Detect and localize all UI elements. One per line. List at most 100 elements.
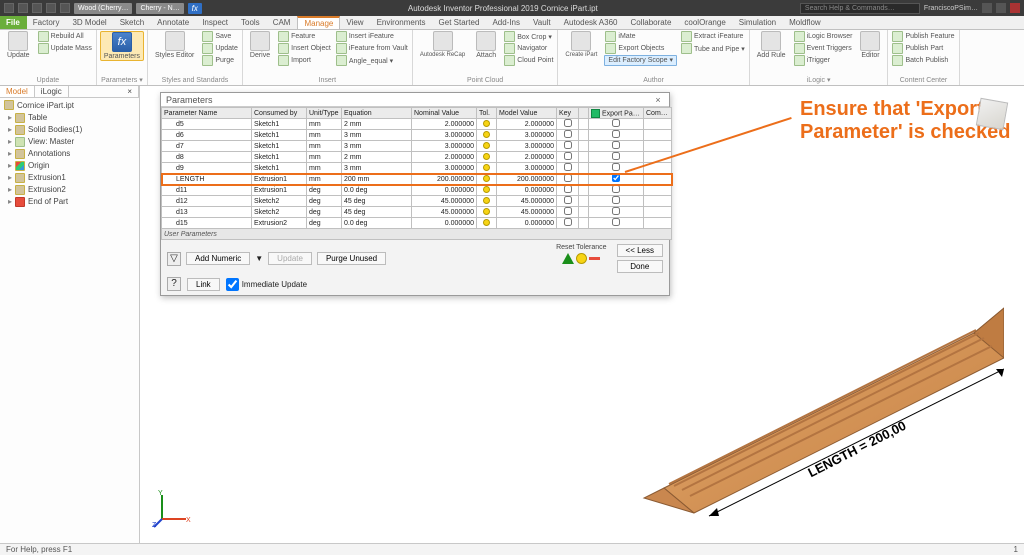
styles-update-button[interactable]: Update: [201, 43, 239, 54]
create-ipart-button[interactable]: Create iPart: [561, 31, 601, 58]
ribbon-tab-view[interactable]: View: [340, 16, 370, 29]
col-header[interactable]: Nominal Value: [412, 108, 477, 119]
col-header[interactable]: Equation: [342, 108, 412, 119]
tree-node[interactable]: ▸Origin: [6, 160, 139, 172]
tree-node[interactable]: ▸Extrusion1: [6, 172, 139, 184]
export-parameter-checkbox[interactable]: [612, 196, 620, 204]
table-row[interactable]: d8Sketch1mm2 mm2.0000002.000000: [162, 152, 672, 163]
tree-node[interactable]: ▸Annotations: [6, 148, 139, 160]
col-header[interactable]: Key: [557, 108, 579, 119]
ribbon-tab-simulation[interactable]: Simulation: [733, 16, 783, 29]
col-header[interactable]: Parameter Name: [162, 108, 252, 119]
parameters-button[interactable]: fxParameters: [100, 31, 144, 61]
key-checkbox[interactable]: [564, 207, 572, 215]
add-numeric-button[interactable]: Add Numeric: [186, 252, 250, 265]
key-checkbox[interactable]: [564, 196, 572, 204]
publish-feature-button[interactable]: Publish Feature: [891, 31, 955, 42]
ribbon-tab-annotate[interactable]: Annotate: [151, 16, 196, 29]
table-row[interactable]: d9Sketch1mm3 mm3.0000003.000000: [162, 163, 672, 174]
col-header[interactable]: Unit/Type: [307, 108, 342, 119]
table-row[interactable]: d6Sketch1mm3 mm3.0000003.000000: [162, 130, 672, 141]
table-row[interactable]: d12Sketch2deg45 deg45.00000045.000000: [162, 196, 672, 207]
table-row[interactable]: d11Extrusion1deg0.0 deg0.0000000.000000: [162, 185, 672, 196]
parameters-grid[interactable]: Parameter NameConsumed byUnit/TypeEquati…: [161, 107, 672, 240]
qat-save-icon[interactable]: [18, 3, 28, 13]
ribbon-tab-add-ins[interactable]: Add-Ins: [486, 16, 527, 29]
rebuild-all-button[interactable]: Rebuild All: [37, 31, 93, 42]
navigator-button[interactable]: Navigator: [503, 43, 554, 54]
key-checkbox[interactable]: [564, 119, 572, 127]
ribbon-tab-moldflow[interactable]: Moldflow: [783, 16, 828, 29]
tree-node[interactable]: ▸Solid Bodies(1): [6, 124, 139, 136]
ribbon-tab-file[interactable]: File: [0, 16, 27, 29]
export-parameter-checkbox[interactable]: [612, 218, 620, 226]
key-checkbox[interactable]: [564, 152, 572, 160]
table-row[interactable]: d13Sketch2deg45 deg45.00000045.000000: [162, 207, 672, 218]
immediate-update-checkbox[interactable]: Immediate Update: [226, 278, 307, 291]
batch-publish-button[interactable]: Batch Publish: [891, 55, 955, 66]
ribbon-tab-manage[interactable]: Manage: [297, 16, 340, 29]
extract-ifeature-button[interactable]: Extract iFeature: [680, 31, 746, 42]
purge-unused-button[interactable]: Purge Unused: [317, 252, 386, 265]
ilogic-browser-button[interactable]: iLogic Browser: [793, 31, 854, 42]
publish-part-button[interactable]: Publish Part: [891, 43, 955, 54]
editor-button[interactable]: Editor: [856, 31, 884, 59]
browser-tab-model[interactable]: Model: [0, 86, 35, 97]
edit-factory-scope-dropdown[interactable]: Edit Factory Scope ▾: [604, 55, 677, 66]
qat-app-icon[interactable]: [4, 3, 14, 13]
viewport[interactable]: Parameters × Parameter NameConsumed byUn…: [140, 86, 1024, 543]
qat-fx-icon[interactable]: fx: [188, 3, 202, 14]
table-row[interactable]: d15Extrusion2deg0.0 deg0.0000000.000000: [162, 218, 672, 229]
styles-editor-button[interactable]: Styles Editor: [151, 31, 198, 59]
ribbon-tab-vault[interactable]: Vault: [527, 16, 558, 29]
filter-icon[interactable]: ▽: [167, 252, 181, 266]
qat-undo-icon[interactable]: [32, 3, 42, 13]
insert-ifeature-button[interactable]: Insert iFeature: [335, 31, 409, 42]
ribbon-tab-inspect[interactable]: Inspect: [196, 16, 235, 29]
table-row[interactable]: d5Sketch1mm2 mm2.0000002.000000: [162, 119, 672, 130]
key-checkbox[interactable]: [564, 185, 572, 193]
material-dropdown-2[interactable]: Cherry - N…: [136, 3, 183, 14]
key-checkbox[interactable]: [564, 163, 572, 171]
box-crop-button[interactable]: Box Crop ▾: [503, 31, 554, 42]
browser-tab-ilogic[interactable]: iLogic: [35, 86, 69, 97]
angle-equal-dropdown[interactable]: Angle_equal ▾: [335, 55, 409, 66]
root-node[interactable]: Cornice iPart.ipt: [17, 101, 74, 110]
export-parameter-checkbox[interactable]: [612, 207, 620, 215]
insert-object-button[interactable]: Insert Object: [277, 43, 332, 54]
ribbon-tab-tools[interactable]: Tools: [235, 16, 267, 29]
update-button-dlg[interactable]: Update: [268, 252, 312, 265]
ribbon-tab-coolorange[interactable]: coolOrange: [678, 16, 732, 29]
col-header[interactable]: [579, 108, 589, 119]
export-parameter-checkbox[interactable]: [612, 119, 620, 127]
tree-node[interactable]: ▸Extrusion2: [6, 184, 139, 196]
export-parameter-checkbox[interactable]: [612, 152, 620, 160]
ribbon-tab-collaborate[interactable]: Collaborate: [624, 16, 678, 29]
user-chip[interactable]: FranciscoPSim…: [924, 5, 978, 12]
export-parameter-checkbox[interactable]: [612, 141, 620, 149]
material-dropdown-1[interactable]: Wood (Cherry…: [74, 3, 132, 14]
ribbon-tab-factory[interactable]: Factory: [27, 16, 67, 29]
ribbon-tab-cam[interactable]: CAM: [267, 16, 298, 29]
close-icon[interactable]: [1010, 3, 1020, 13]
styles-save-button[interactable]: Save: [201, 31, 239, 42]
view-cube[interactable]: [970, 92, 1014, 136]
key-checkbox[interactable]: [564, 218, 572, 226]
itrigger-button[interactable]: iTrigger: [793, 55, 854, 66]
help-icon[interactable]: ?: [167, 277, 181, 291]
quick-access-toolbar[interactable]: Wood (Cherry… Cherry - N… fx: [0, 3, 206, 14]
col-header[interactable]: Tol.: [477, 108, 497, 119]
dialog-close-icon[interactable]: ×: [652, 95, 664, 105]
tree-node[interactable]: ▸View: Master: [6, 136, 139, 148]
parameters-dialog[interactable]: Parameters × Parameter NameConsumed byUn…: [160, 92, 670, 296]
key-checkbox[interactable]: [564, 130, 572, 138]
col-header[interactable]: Export Parameter: [589, 108, 644, 119]
dropdown-arrow-icon[interactable]: ▼: [255, 254, 263, 263]
export-objects-button[interactable]: Export Objects: [604, 43, 677, 54]
table-row[interactable]: LENGTHExtrusion1mm200 mm200.000000200.00…: [162, 174, 672, 185]
ifeature-from-vault-button[interactable]: iFeature from Vault: [335, 43, 409, 54]
model-browser[interactable]: Model iLogic × Cornice iPart.ipt ▸Table▸…: [0, 86, 140, 543]
export-parameter-checkbox[interactable]: [612, 130, 620, 138]
key-checkbox[interactable]: [564, 174, 572, 182]
recap-button[interactable]: Autodesk ReCap: [416, 31, 469, 58]
